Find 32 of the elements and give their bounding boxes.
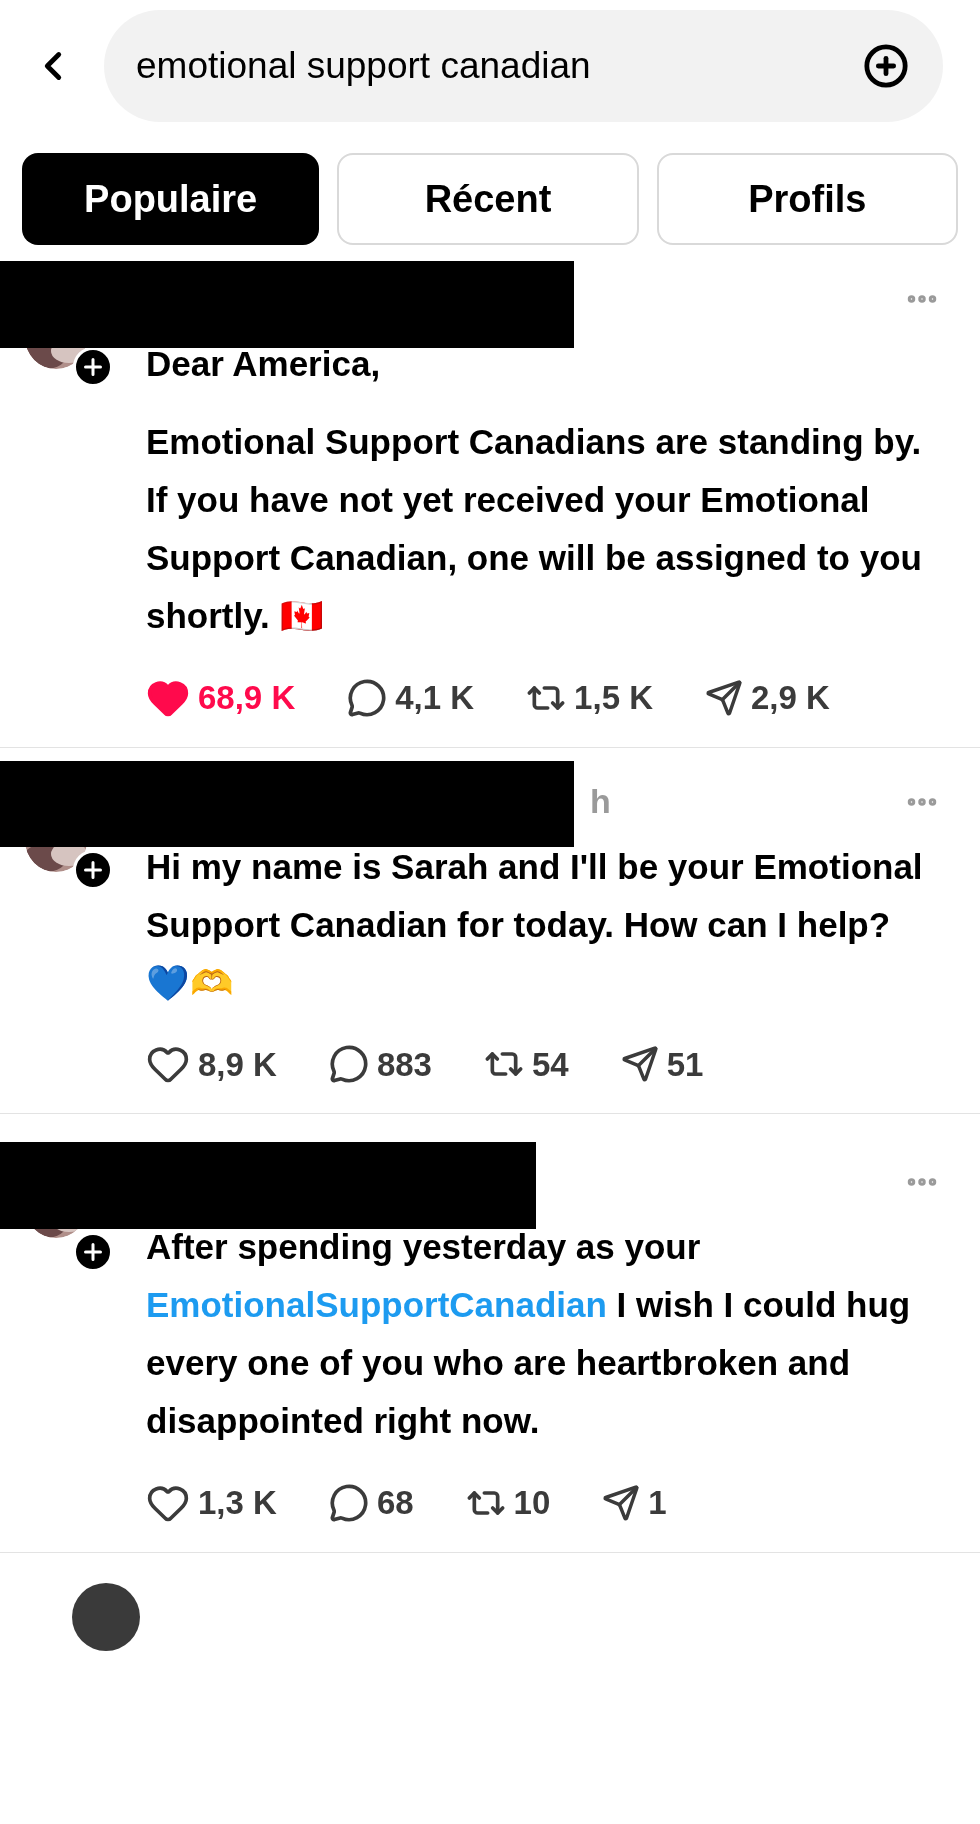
comment-icon[interactable] [328,1044,369,1085]
search-field[interactable]: emotional support canadian [104,10,943,122]
share-icon[interactable] [705,678,743,717]
count-label: 2,9 K [751,678,830,718]
share-icon[interactable] [602,1483,641,1522]
plus-icon [84,358,102,376]
count-label: 10 [513,1483,551,1523]
post-time: h [590,781,611,822]
count-label: 1,3 K [198,1483,277,1523]
count-label: 68,9 K [198,678,296,718]
count-label: 68 [376,1483,414,1523]
plus-icon [84,1243,102,1261]
count-label: 8,9 K [198,1044,277,1085]
comment-icon[interactable] [347,677,388,718]
count-label: 4,1 K [395,678,475,718]
post-text: Dear America, [146,343,382,385]
post-text: If you have not yet received your Emotional Support Canadian, one will be assigned to you shortly. 🇨🇦 [146,479,923,637]
post-text: 💙🫶 [146,961,235,1004]
tab[interactable]: Populaire [22,153,320,245]
share-icon[interactable] [620,1045,659,1084]
post-text: Hi my name is Sarah and I'll be your Emotional Support Canadian for today. How can I help? [146,845,924,946]
tab[interactable]: Récent [337,153,639,245]
count-label: 51 [666,1044,704,1085]
count-label: 1,5 K [574,678,653,718]
comment-icon[interactable] [328,1482,369,1523]
post-text: Emotional Support Canadians are standing by. [146,421,923,463]
count-label: 1 [648,1483,667,1523]
count-label: 883 [376,1044,432,1085]
tab[interactable]: Profils [656,153,958,245]
plus-icon [84,860,102,879]
add-icon[interactable] [863,43,909,89]
count-label: 54 [531,1044,569,1085]
